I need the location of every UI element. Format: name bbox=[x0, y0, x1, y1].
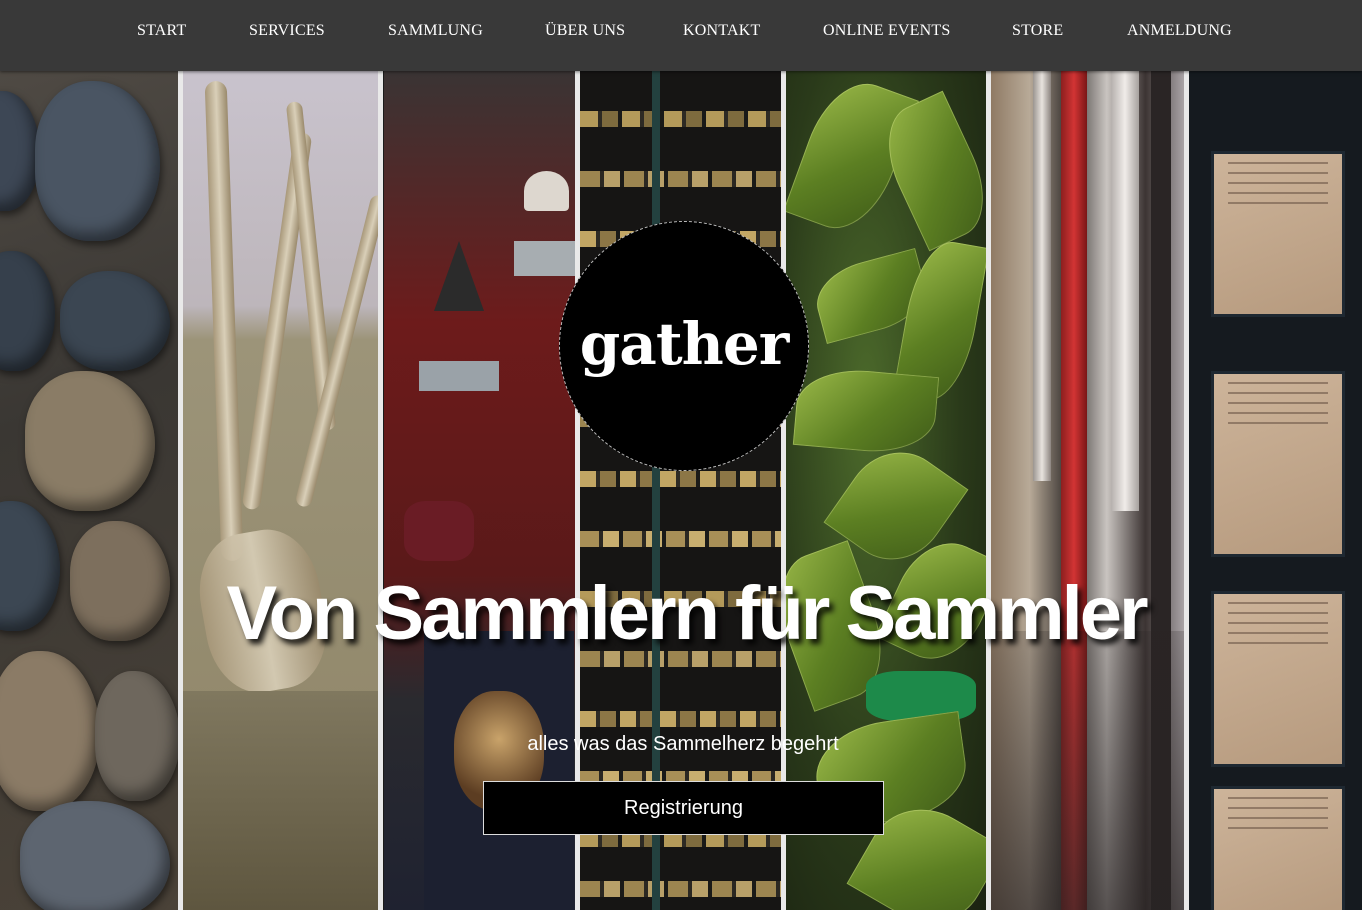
nav-item-store[interactable]: STORE bbox=[1012, 22, 1063, 40]
nav-item-kontakt[interactable]: KONTAKT bbox=[683, 22, 760, 40]
collage-divider bbox=[378, 71, 383, 910]
register-button[interactable]: Registrierung bbox=[483, 781, 884, 835]
nav-item-anmeldung[interactable]: ANMELDUNG bbox=[1127, 22, 1232, 40]
logo-text: gather bbox=[579, 310, 790, 378]
gather-logo: gather bbox=[559, 221, 809, 471]
hero-subline: alles was das Sammelherz begehrt bbox=[527, 733, 839, 755]
collage-panel-bones bbox=[183, 71, 378, 910]
collage-panel-labels bbox=[1189, 71, 1362, 910]
nav-item-start[interactable]: START bbox=[137, 22, 186, 40]
nav-item-services[interactable]: SERVICES bbox=[249, 22, 325, 40]
top-navigation: START SERVICES SAMMLUNG ÜBER UNS KONTAKT… bbox=[0, 0, 1362, 71]
hero-headline: Von Sammlern für Sammler bbox=[226, 571, 1148, 656]
nav-item-online-events[interactable]: ONLINE EVENTS bbox=[823, 22, 950, 40]
collage-panel-rolls bbox=[991, 71, 1184, 910]
nav-item-sammlung[interactable]: SAMMLUNG bbox=[388, 22, 483, 40]
collage-panel-stones bbox=[0, 71, 178, 910]
nav-item-ueber-uns[interactable]: ÜBER UNS bbox=[545, 22, 625, 40]
